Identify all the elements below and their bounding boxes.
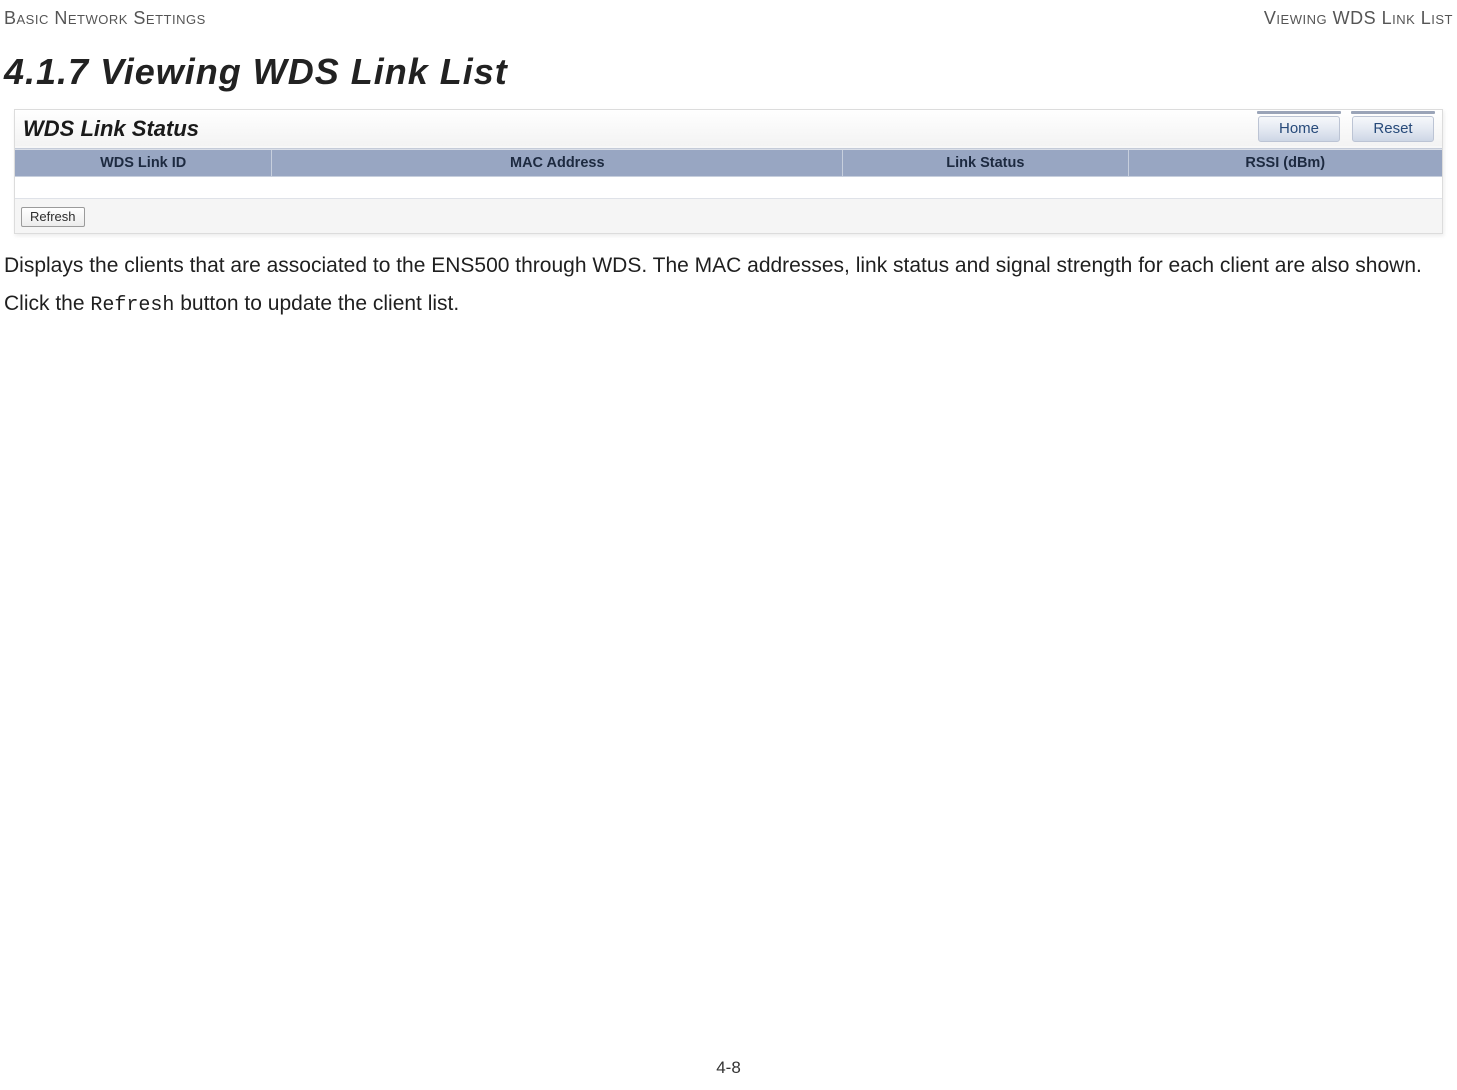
reset-button[interactable]: Reset	[1352, 116, 1434, 142]
cell-empty	[1128, 177, 1442, 199]
col-header-wds-link-id: WDS Link ID	[15, 150, 272, 177]
para2-prefix: Click the	[4, 292, 90, 315]
description-block: Displays the clients that are associated…	[0, 234, 1457, 319]
section-heading: 4.1.7 Viewing WDS Link List	[0, 33, 1457, 109]
home-button[interactable]: Home	[1258, 116, 1340, 142]
header-right: Viewing WDS Link List	[1264, 8, 1453, 29]
panel-title: WDS Link Status	[23, 116, 199, 142]
refresh-button[interactable]: Refresh	[21, 207, 85, 227]
page-running-header: Basic Network Settings Viewing WDS Link …	[0, 0, 1457, 33]
table-header-row: WDS Link ID MAC Address Link Status RSSI…	[15, 150, 1442, 177]
wds-link-table: WDS Link ID MAC Address Link Status RSSI…	[15, 150, 1442, 199]
para2-code: Refresh	[90, 294, 174, 317]
panel-header-buttons: Home Reset	[1258, 116, 1434, 142]
panel-header-bar: WDS Link Status Home Reset	[15, 110, 1442, 146]
col-header-mac-address: MAC Address	[272, 150, 843, 177]
cell-empty	[15, 177, 272, 199]
para2-suffix: button to update the client list.	[174, 292, 459, 315]
description-paragraph-1: Displays the clients that are associated…	[4, 252, 1453, 280]
col-header-rssi: RSSI (dBm)	[1128, 150, 1442, 177]
cell-empty	[272, 177, 843, 199]
col-header-link-status: Link Status	[843, 150, 1128, 177]
table-row	[15, 177, 1442, 199]
page-number: 4-8	[0, 1058, 1457, 1078]
description-paragraph-2: Click the Refresh button to update the c…	[4, 290, 1453, 319]
wds-link-status-panel: WDS Link Status Home Reset WDS Link ID M…	[14, 109, 1443, 234]
cell-empty	[843, 177, 1128, 199]
panel-footer: Refresh	[15, 199, 1442, 233]
header-left: Basic Network Settings	[4, 8, 206, 29]
